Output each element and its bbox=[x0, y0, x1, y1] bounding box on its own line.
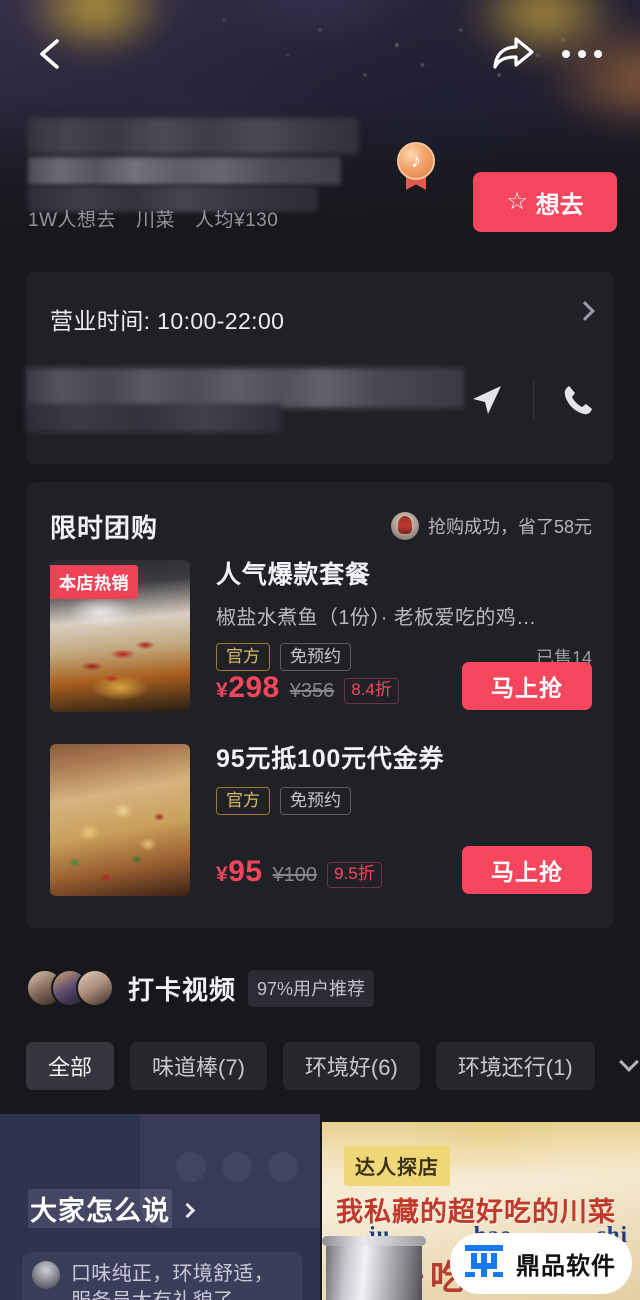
chevron-right-icon bbox=[179, 1202, 196, 1219]
review-snippet-text: 口味纯正，环境舒适，服务员太有礼貌了 bbox=[71, 1263, 274, 1300]
currency-symbol: ¥ bbox=[216, 863, 229, 887]
douyin-verified-badge-icon[interactable]: ♪ bbox=[397, 142, 435, 190]
deal-discount-badge: 9.5折 bbox=[327, 862, 382, 888]
back-icon[interactable] bbox=[30, 33, 72, 75]
want-to-go-button[interactable]: ☆ 想去 bbox=[473, 172, 617, 232]
deal-description: 椒盐水煮鱼（1份）· 老板爱吃的鸡… bbox=[216, 606, 537, 629]
shop-meta-price: 人均¥130 bbox=[195, 210, 279, 229]
filter-expand-button[interactable] bbox=[611, 1042, 640, 1090]
business-hours-label: 营业时间: 10:00-22:00 bbox=[50, 308, 285, 334]
deal-item[interactable]: 本店热销 人气爆款套餐 椒盐水煮鱼（1份）· 老板爱吃的鸡… 官方 免预约 ¥2… bbox=[50, 560, 592, 715]
dot bbox=[578, 50, 586, 58]
top-bar bbox=[0, 0, 640, 105]
everyone-says-panel[interactable]: 大家怎么说 口味纯正，环境舒适，服务员太有礼貌了 bbox=[0, 1114, 320, 1300]
price-value: 298 bbox=[228, 671, 280, 705]
deal-price-row: ¥298 ¥356 8.4折 bbox=[216, 671, 399, 706]
currency-symbol: ¥ bbox=[216, 679, 229, 703]
deal-name: 人气爆款套餐 bbox=[216, 561, 371, 589]
watermark: 鼎品软件 bbox=[450, 1233, 632, 1294]
shop-meta: 1W人想去 川菜 人均¥130 bbox=[28, 205, 298, 229]
deal-price-original: ¥100 bbox=[272, 864, 318, 887]
bubble-dot bbox=[222, 1152, 252, 1182]
featured-video-card[interactable]: 达人探店 我私藏的超好吃的川菜 ju hao chi 巨好吃 bbox=[322, 1122, 640, 1300]
deal-price-current: ¥95 bbox=[216, 855, 263, 889]
filter-chip-environment-ok[interactable]: 环境还行(1) bbox=[435, 1042, 595, 1090]
deal-tag-official: 官方 bbox=[216, 642, 270, 672]
ding-logo-icon bbox=[462, 1241, 506, 1286]
deal-info: 人气爆款套餐 椒盐水煮鱼（1份）· 老板爱吃的鸡… 官方 免预约 ¥298 ¥3… bbox=[216, 560, 592, 712]
video-pot-object bbox=[322, 1236, 426, 1300]
chevron-down-icon bbox=[618, 1052, 639, 1072]
redaction-bar bbox=[28, 118, 358, 154]
deal-tag-no-reservation: 免预约 bbox=[280, 642, 351, 672]
recommend-rate-badge: 97%用户推荐 bbox=[248, 969, 375, 1007]
checkin-video-label: 打卡视频 bbox=[128, 974, 237, 1005]
review-snippet[interactable]: 口味纯正，环境舒适，服务员太有礼貌了 bbox=[22, 1252, 302, 1300]
deal-tag-no-reservation: 免预约 bbox=[280, 786, 351, 816]
avatar bbox=[76, 969, 114, 1007]
more-dots-icon[interactable] bbox=[562, 44, 614, 64]
bubble-dot bbox=[268, 1152, 298, 1182]
deal-thumbnail[interactable] bbox=[50, 744, 190, 896]
checkin-video-header[interactable]: 打卡视频 97%用户推荐 bbox=[26, 968, 375, 1008]
badge-coin: ♪ bbox=[397, 142, 435, 180]
deal-price-original: ¥356 bbox=[289, 680, 335, 703]
filter-chip-taste[interactable]: 味道棒(7) bbox=[130, 1042, 267, 1090]
hot-sale-badge: 本店热销 bbox=[50, 565, 138, 599]
shop-info-card: 营业时间: 10:00-22:00 bbox=[26, 272, 614, 464]
note-text: 抢购成功，省了58元 bbox=[427, 517, 592, 537]
want-to-go-label: 想去 bbox=[535, 191, 584, 219]
deal-item[interactable]: 95元抵100元代金券 官方 免预约 ¥95 ¥100 9.5折 马上抢 bbox=[50, 744, 592, 899]
deal-name: 95元抵100元代金券 bbox=[216, 745, 445, 773]
watermark-label: 鼎品软件 bbox=[516, 1253, 616, 1280]
price-value: 95 bbox=[228, 855, 263, 889]
share-arrow-icon[interactable] bbox=[490, 33, 536, 75]
filter-chip-environment-good[interactable]: 环境好(6) bbox=[282, 1042, 420, 1090]
deal-thumbnail[interactable]: 本店热销 bbox=[50, 560, 190, 712]
deal-price-current: ¥298 bbox=[216, 671, 280, 705]
group-buy-note: 抢购成功，省了58元 bbox=[390, 512, 592, 540]
address-redaction-bar bbox=[26, 368, 464, 408]
deal-tag-official: 官方 bbox=[216, 786, 270, 816]
deal-thumbnail-image bbox=[50, 744, 190, 896]
video-expert-tag: 达人探店 bbox=[344, 1146, 450, 1186]
deal-info: 95元抵100元代金券 官方 免预约 ¥95 ¥100 9.5折 马上抢 bbox=[216, 744, 592, 896]
everyone-says-title-row[interactable]: 大家怎么说 bbox=[28, 1189, 196, 1228]
buy-now-button[interactable]: 马上抢 bbox=[462, 662, 592, 710]
deal-tags: 官方 免预约 bbox=[216, 786, 592, 816]
address-redaction-bar bbox=[26, 404, 281, 432]
note-avatar bbox=[390, 512, 419, 540]
shop-detail-screen: 1W人想去 川菜 人均¥130 ♪ ☆ 想去 营业时间: 10:00-22:00 限… bbox=[0, 0, 640, 1300]
everyone-says-title: 大家怎么说 bbox=[28, 1189, 172, 1228]
checkin-avatars bbox=[26, 968, 114, 1008]
group-buy-card: 限时团购 抢购成功，省了58元 本店热销 人气爆款套餐 椒盐水煮鱼（1份）· 老… bbox=[26, 482, 614, 928]
action-divider bbox=[533, 380, 534, 420]
chevron-right-icon bbox=[575, 301, 595, 321]
bottom-section: 大家怎么说 口味纯正，环境舒适，服务员太有礼貌了 达人探店 我私藏的超好吃的川菜… bbox=[0, 1114, 640, 1300]
business-hours-row[interactable]: 营业时间: 10:00-22:00 bbox=[50, 301, 595, 336]
phone-icon[interactable] bbox=[551, 376, 605, 424]
shop-name-redacted bbox=[28, 118, 428, 212]
shop-meta-cuisine: 川菜 bbox=[136, 210, 176, 229]
redaction-bar bbox=[28, 157, 341, 185]
bubble-dot bbox=[176, 1152, 206, 1182]
dot bbox=[562, 50, 570, 58]
navigation-arrow-icon[interactable] bbox=[460, 376, 514, 424]
review-filter-chips: 全部 味道棒(7) 环境好(6) 环境还行(1) bbox=[26, 1042, 640, 1090]
filter-chip-all[interactable]: 全部 bbox=[26, 1042, 115, 1090]
star-icon: ☆ bbox=[506, 188, 528, 215]
deal-price-row: ¥95 ¥100 9.5折 bbox=[216, 855, 382, 890]
shop-meta-visitors: 1W人想去 bbox=[28, 210, 117, 229]
deal-discount-badge: 8.4折 bbox=[344, 678, 399, 704]
avatar bbox=[32, 1261, 60, 1289]
group-buy-title: 限时团购 bbox=[50, 513, 159, 543]
dot bbox=[594, 50, 602, 58]
buy-now-button[interactable]: 马上抢 bbox=[462, 846, 592, 894]
